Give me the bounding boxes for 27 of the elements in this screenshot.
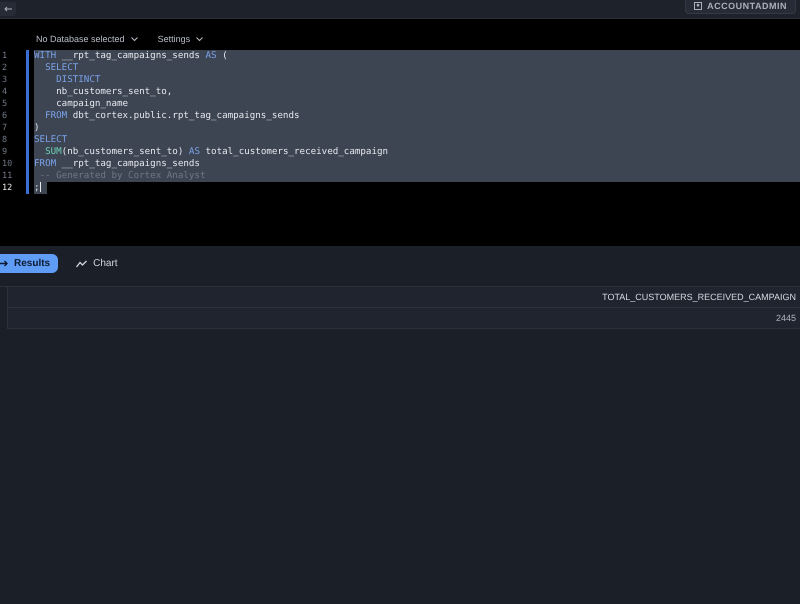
line-number: 10	[1, 159, 14, 169]
line-number: 2	[1, 63, 8, 73]
line-chart-icon	[76, 260, 88, 268]
table-cell: 2445	[8, 308, 800, 329]
line-number: 6	[1, 111, 8, 121]
back-button[interactable]	[0, 2, 16, 16]
sql-editor[interactable]	[0, 19, 800, 246]
chevron-icon	[196, 36, 204, 42]
line-number: 9	[1, 147, 8, 157]
role-button[interactable]: ACCOUNTADMIN	[685, 0, 796, 14]
chart-tab[interactable]: Chart	[68, 254, 126, 273]
chevron-icon	[130, 36, 138, 42]
line-number: 1	[1, 51, 8, 61]
line-number: 5	[1, 99, 8, 109]
line-number: 12	[1, 183, 14, 193]
line-number: 8	[1, 135, 8, 145]
column-header: TOTAL_CUSTOMERS_RECEIVED_CAMPAIGN	[8, 287, 800, 308]
line-number: 11	[1, 171, 14, 181]
line-number: 3	[1, 75, 8, 85]
settings-dropdown[interactable]: Settings	[158, 31, 204, 47]
user-icon	[694, 2, 702, 10]
line-number: 7	[1, 123, 8, 133]
arrow-icon	[0, 260, 8, 267]
results-tab[interactable]: Results	[0, 254, 58, 273]
line-number: 4	[1, 87, 8, 97]
back-arrow-icon	[4, 6, 12, 12]
database-dropdown[interactable]: No Database selected	[36, 31, 138, 47]
